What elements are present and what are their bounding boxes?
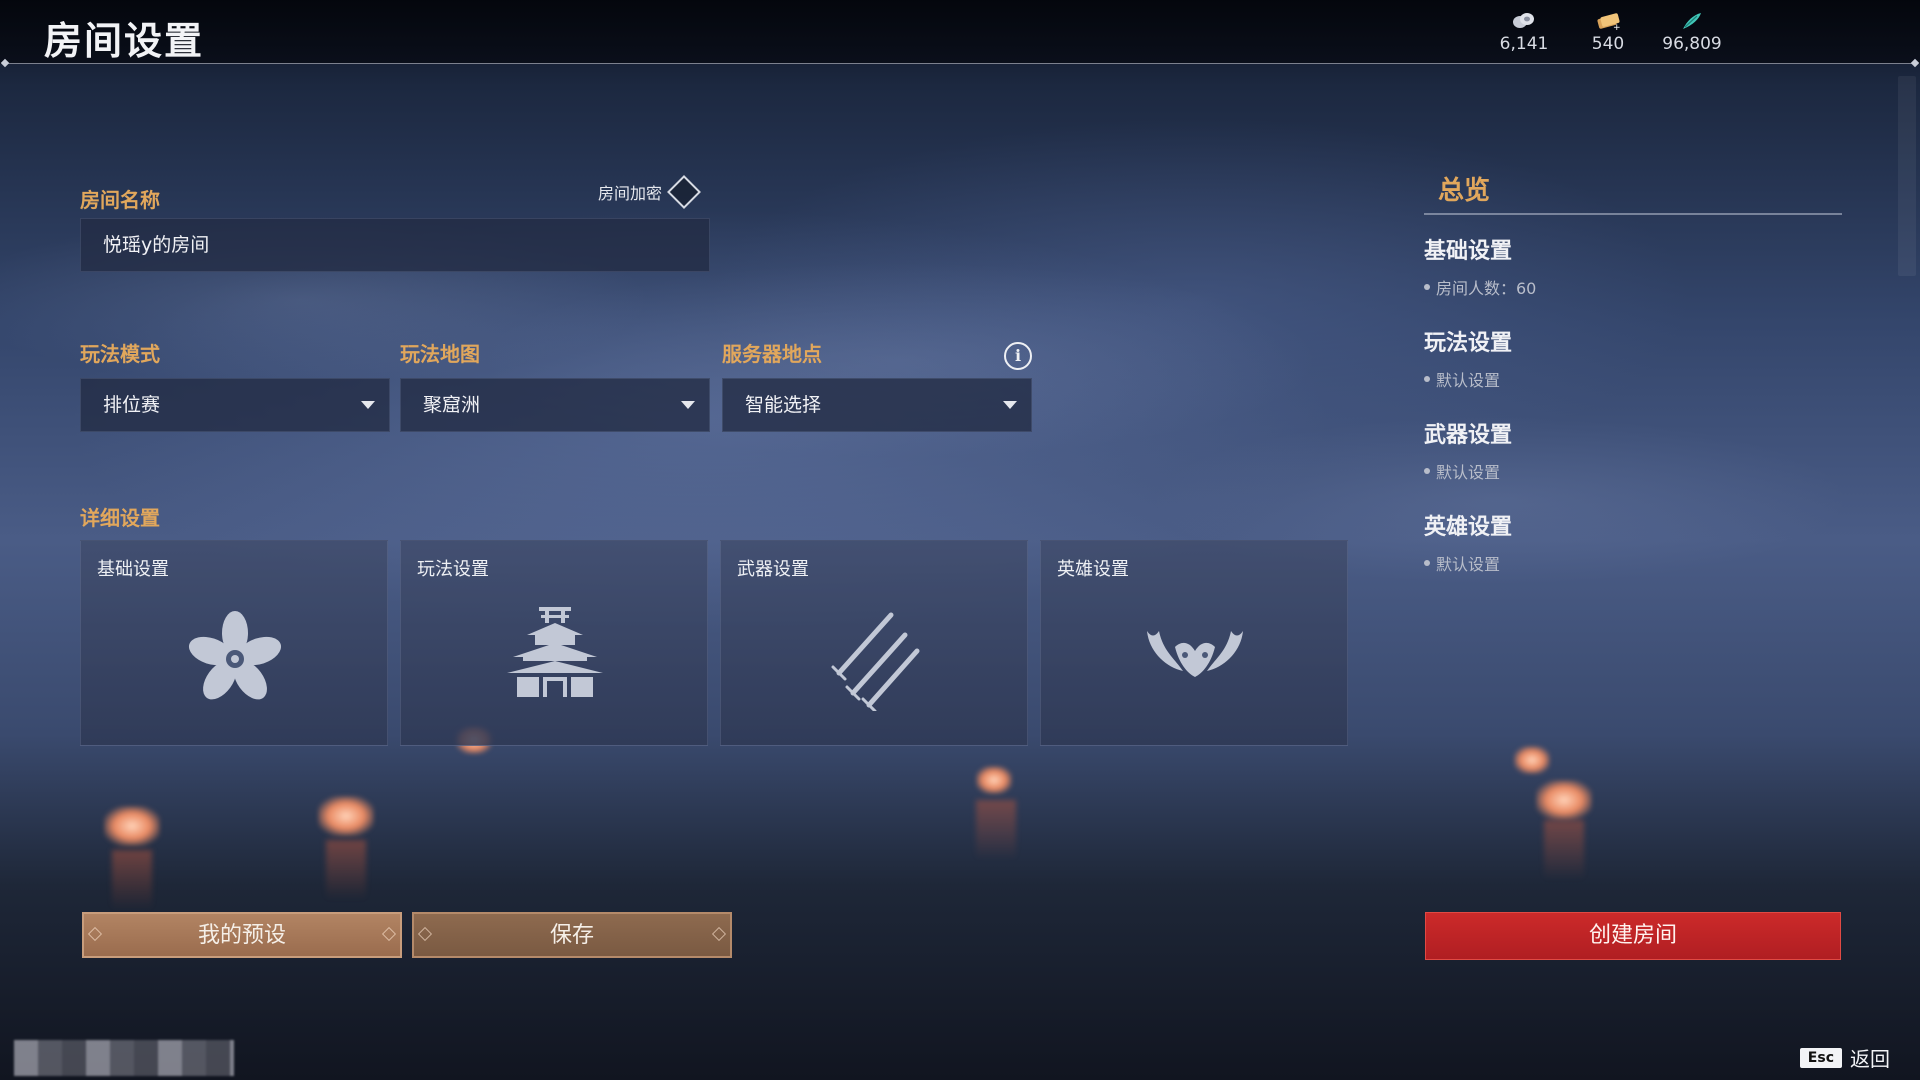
summary-heading: 武器设置 (1424, 423, 1513, 448)
bullet-icon (1424, 284, 1430, 290)
mode-label: 玩法模式 (80, 342, 160, 366)
esc-key-icon: Esc (1799, 1047, 1842, 1068)
card-hero-settings-title: 英雄设置 (1057, 559, 1129, 580)
card-basic-settings-title: 基础设置 (97, 559, 169, 580)
bullet-icon (1424, 376, 1430, 382)
room-name-label: 房间名称 (80, 188, 160, 212)
summary-item-text: 默认设置 (1436, 371, 1501, 390)
details-label: 详细设置 (80, 506, 160, 530)
server-label: 服务器地点 (722, 342, 822, 366)
summary-item-text: 默认设置 (1436, 555, 1501, 574)
currency-bar: 6,141 + 540 96,809 (1496, 10, 1722, 54)
summary-item-text: 默认设置 (1436, 463, 1501, 482)
lantern-decoration (318, 796, 374, 836)
room-name-input[interactable]: 悦瑶y的房间 (80, 218, 710, 272)
map-dropdown-value: 聚窟洲 (423, 394, 481, 416)
card-hero-settings[interactable]: 英雄设置 (1040, 540, 1348, 746)
summary-title: 总览 (1424, 170, 1842, 215)
summary-item: 默认设置 (1424, 459, 1842, 483)
svg-text:+: + (1613, 23, 1621, 31)
lantern-reflection (326, 840, 366, 900)
summary-item: 默认设置 (1424, 367, 1842, 391)
server-dropdown[interactable]: 智能选择 (722, 378, 1032, 432)
flower-icon (188, 611, 282, 700)
summary-item: 房间人数：60 (1424, 275, 1842, 299)
currency-jade[interactable]: 96,809 (1662, 10, 1722, 54)
currency-coins[interactable]: 6,141 (1496, 10, 1552, 54)
chevron-down-icon (361, 401, 375, 409)
room-encrypt-label: 房间加密 (598, 184, 663, 203)
room-encrypt-toggle[interactable]: 房间加密 (598, 175, 701, 209)
gold-ticket-icon: + (1595, 10, 1621, 32)
summary-section-basic: 基础设置 房间人数：60 (1424, 233, 1842, 299)
server-dropdown-value: 智能选择 (745, 394, 822, 416)
lantern-decoration (1514, 746, 1550, 774)
scrollbar[interactable] (1898, 76, 1916, 276)
currency-coins-value: 6,141 (1499, 34, 1549, 54)
chevron-down-icon (681, 401, 695, 409)
info-icon[interactable]: i (1004, 342, 1032, 370)
lantern-reflection (976, 800, 1016, 860)
lantern-decoration (976, 766, 1012, 794)
summary-section-weapon: 武器设置 默认设置 (1424, 417, 1842, 483)
bullet-icon (1424, 468, 1430, 474)
summary-heading: 基础设置 (1424, 239, 1513, 264)
currency-tickets[interactable]: + 540 (1580, 10, 1636, 54)
chevron-down-icon (1003, 401, 1017, 409)
jade-feather-icon (1679, 10, 1705, 32)
card-gameplay-settings[interactable]: 玩法设置 (400, 540, 708, 746)
lantern-reflection (112, 850, 152, 910)
blurred-player-id (14, 1040, 234, 1076)
encrypt-checkbox-icon[interactable] (667, 175, 701, 209)
lantern-reflection (1544, 820, 1584, 880)
page-title: 房间设置 (44, 19, 205, 63)
summary-item: 默认设置 (1424, 551, 1842, 575)
my-presets-button[interactable]: 我的预设 (82, 912, 402, 958)
lantern-decoration (104, 806, 160, 846)
summary-heading: 玩法设置 (1424, 331, 1513, 356)
card-gameplay-settings-title: 玩法设置 (417, 559, 489, 580)
summary-section-hero: 英雄设置 默认设置 (1424, 509, 1842, 575)
currency-jade-value: 96,809 (1662, 34, 1722, 54)
summary-heading: 英雄设置 (1424, 515, 1513, 540)
card-weapon-settings-title: 武器设置 (737, 559, 809, 580)
summary-section-gameplay: 玩法设置 默认设置 (1424, 325, 1842, 391)
save-button[interactable]: 保存 (412, 912, 732, 958)
header-divider (6, 63, 1914, 64)
swords-icon (831, 612, 920, 711)
summary-item-text: 房间人数：60 (1436, 279, 1537, 298)
mode-dropdown-value: 排位赛 (103, 394, 161, 416)
coin-pile-icon (1511, 10, 1537, 32)
demon-mask-icon (1147, 631, 1243, 677)
map-dropdown[interactable]: 聚窟洲 (400, 378, 710, 432)
card-basic-settings[interactable]: 基础设置 (80, 540, 388, 746)
bullet-icon (1424, 560, 1430, 566)
map-label: 玩法地图 (400, 342, 480, 366)
back-label: 返回 (1850, 1047, 1890, 1071)
card-weapon-settings[interactable]: 武器设置 (720, 540, 1028, 746)
top-bar: 房间设置 6,141 + 540 96,809 (0, 0, 1920, 64)
lantern-decoration (1536, 780, 1592, 820)
mode-dropdown[interactable]: 排位赛 (80, 378, 390, 432)
summary-panel: 总览 基础设置 房间人数：60 玩法设置 默认设置 武器设置 默认设置 英雄设置… (1424, 170, 1842, 575)
currency-tickets-value: 540 (1591, 34, 1625, 54)
pagoda-icon (507, 607, 603, 697)
create-room-button[interactable]: 创建房间 (1425, 912, 1841, 960)
back-hint[interactable]: Esc 返回 (1799, 1043, 1890, 1072)
